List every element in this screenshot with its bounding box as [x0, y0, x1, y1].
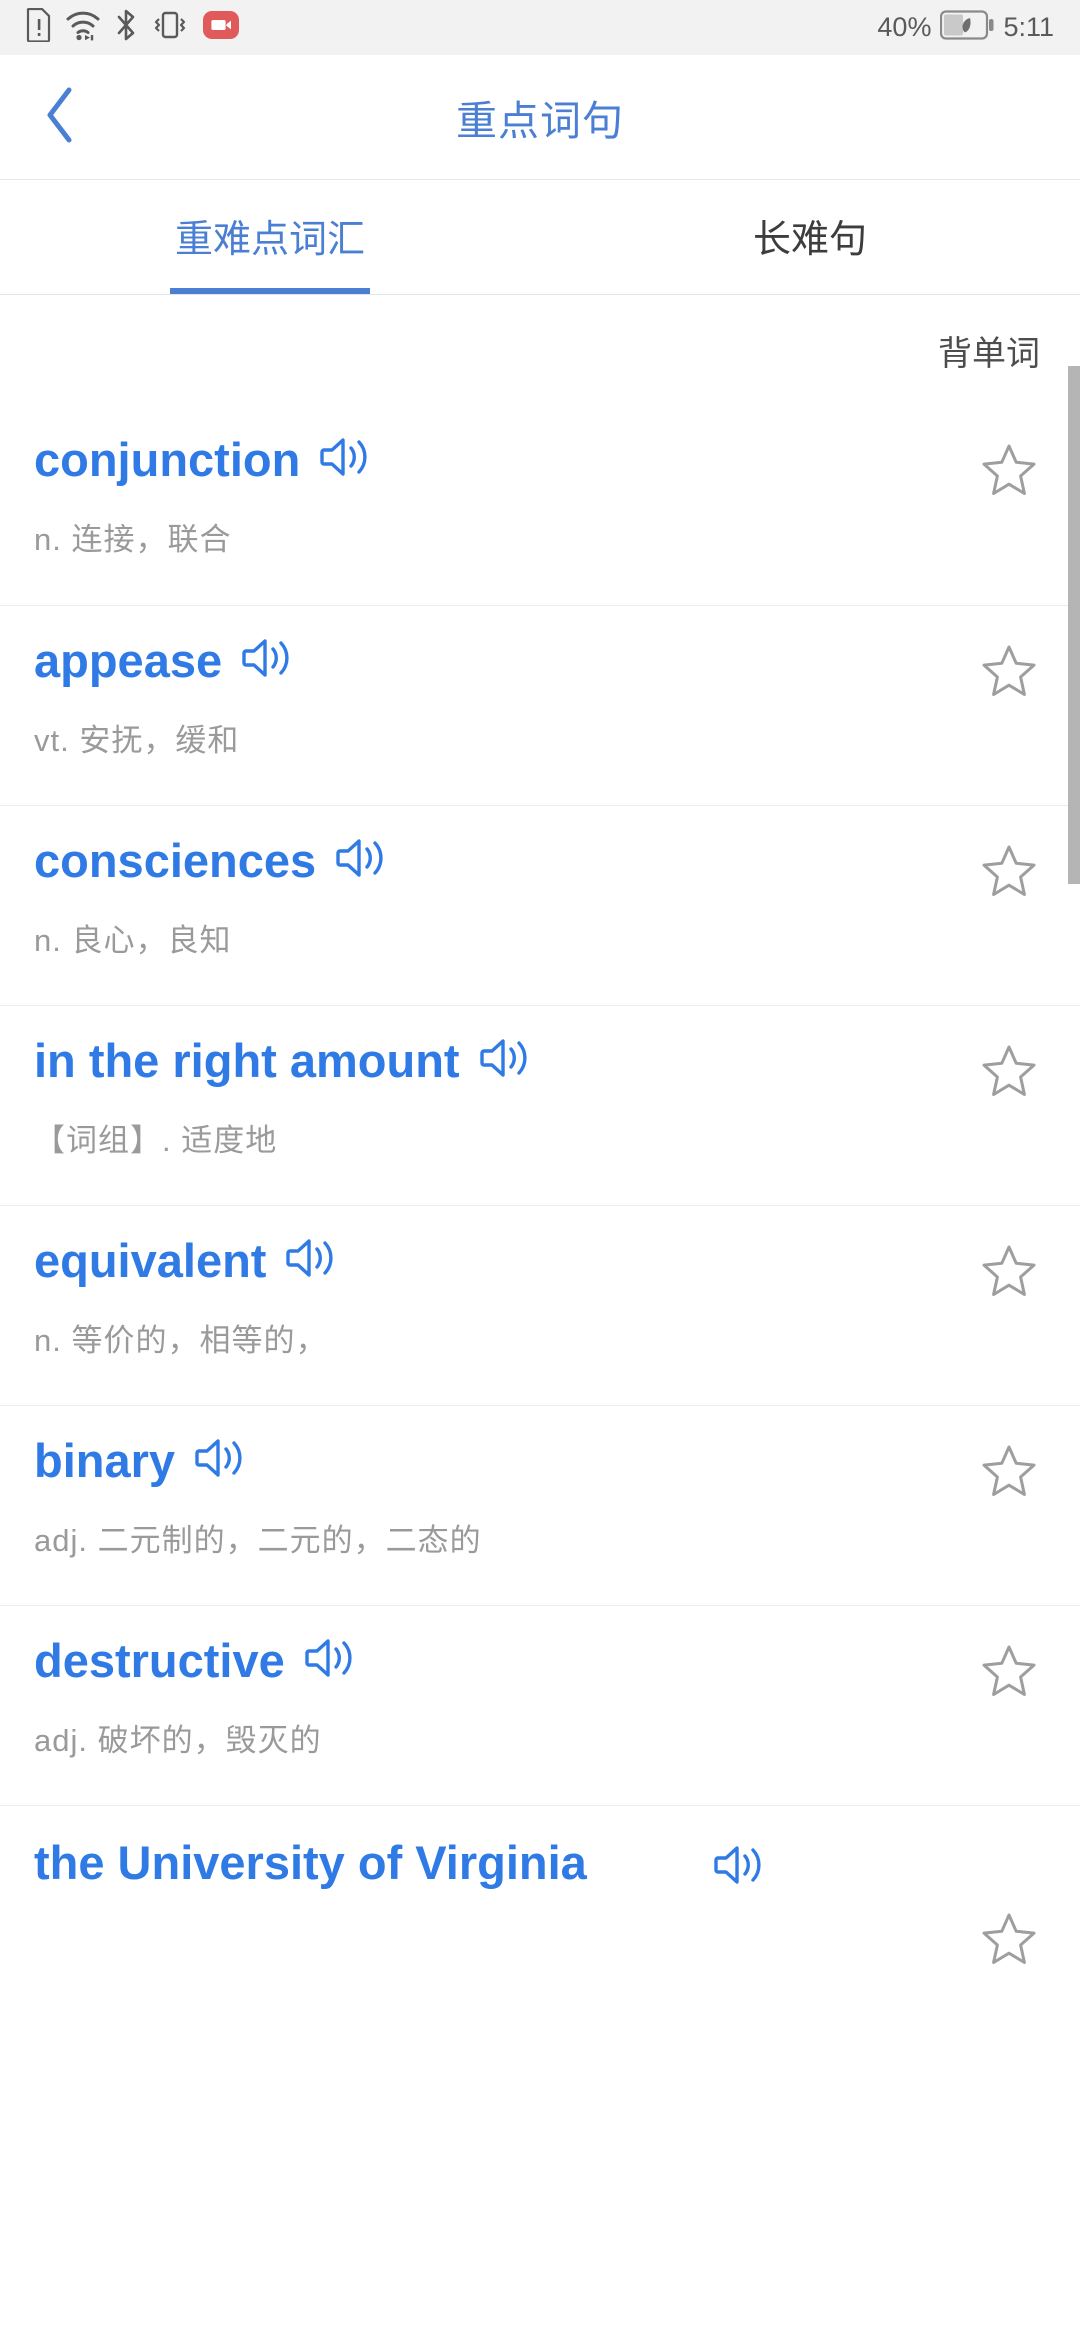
- star-outline-icon[interactable]: [980, 441, 1038, 499]
- status-bar-right: 40% 5:11: [877, 10, 1054, 45]
- star-outline-icon[interactable]: [980, 1642, 1038, 1700]
- wifi-icon: [65, 8, 101, 47]
- word-term[interactable]: equivalent: [34, 1232, 266, 1289]
- word-term[interactable]: conjunction: [34, 431, 300, 488]
- word-list-item[interactable]: the University of Virginia: [0, 1805, 1080, 2005]
- word-term[interactable]: destructive: [34, 1632, 285, 1689]
- star-outline-icon[interactable]: [980, 1910, 1038, 1968]
- word-list-item[interactable]: destructive adj. 破坏的，毁灭的: [0, 1605, 1080, 1805]
- word-definition: n. 等价的，相等的，: [34, 1323, 328, 1359]
- word-list-item[interactable]: equivalent n. 等价的，相等的，: [0, 1205, 1080, 1405]
- speaker-icon[interactable]: [712, 1842, 766, 1893]
- title-bar: 重点词句: [0, 55, 1080, 180]
- tab-vocabulary-label: 重难点词汇: [174, 218, 365, 261]
- star-outline-icon[interactable]: [980, 842, 1038, 900]
- vibrate-icon: [151, 8, 189, 47]
- word-headline: the University of Virginia: [34, 1832, 1080, 1893]
- battery-percent-label: 40%: [877, 12, 932, 42]
- word-definition: 【词组】. 适度地: [34, 1123, 278, 1159]
- clock-label: 5:11: [1003, 12, 1054, 42]
- word-headline: consciences: [34, 832, 1080, 889]
- word-headline: appease: [34, 632, 1080, 689]
- word-headline: in the right amount: [34, 1032, 1080, 1089]
- word-list-item[interactable]: consciences n. 良心，良知: [0, 805, 1080, 1005]
- word-list-item[interactable]: appease vt. 安抚，缓和: [0, 605, 1080, 805]
- star-outline-icon[interactable]: [980, 1442, 1038, 1500]
- word-list-item[interactable]: in the right amount 【词组】. 适度地: [0, 1005, 1080, 1205]
- status-bar-left-icons: [26, 7, 240, 47]
- speaker-icon[interactable]: [193, 1435, 247, 1486]
- back-chevron-icon: [43, 86, 77, 149]
- word-headline: binary: [34, 1432, 1080, 1489]
- memorize-row: 背单词: [0, 295, 1080, 405]
- memorize-words-button[interactable]: 背单词: [938, 326, 1040, 375]
- star-outline-icon[interactable]: [980, 1242, 1038, 1300]
- back-button[interactable]: [0, 55, 120, 180]
- word-term[interactable]: in the right amount: [34, 1032, 460, 1089]
- word-definition: adj. 二元制的，二元的，二态的: [34, 1523, 482, 1559]
- word-definition: vt. 安抚，缓和: [34, 723, 240, 759]
- word-list-item[interactable]: conjunction n. 连接，联合: [0, 405, 1080, 605]
- word-headline: equivalent: [34, 1232, 1080, 1289]
- status-bar: 40% 5:11: [0, 0, 1080, 55]
- sim-alert-icon: [26, 7, 52, 47]
- word-definition: n. 连接，联合: [34, 522, 232, 558]
- page-title: 重点词句: [456, 98, 624, 144]
- word-list-item[interactable]: binary adj. 二元制的，二元的，二态的: [0, 1405, 1080, 1605]
- word-headline: destructive: [34, 1632, 1080, 1689]
- word-headline: conjunction: [34, 431, 1080, 488]
- speaker-icon[interactable]: [240, 635, 294, 686]
- scrollbar-track[interactable]: [1068, 182, 1080, 2340]
- speaker-icon[interactable]: [284, 1235, 338, 1286]
- bluetooth-icon: [114, 8, 138, 47]
- word-definition: adj. 破坏的，毁灭的: [34, 1723, 322, 1759]
- tab-long-sentences-label: 长难句: [752, 218, 867, 261]
- word-term[interactable]: the University of Virginia: [34, 1834, 594, 1891]
- scrollbar-thumb[interactable]: [1068, 366, 1080, 884]
- word-list: conjunction n. 连接，联合 appease vt. 安抚，缓和 consc…: [0, 405, 1080, 2005]
- screen-record-icon: [202, 8, 240, 47]
- speaker-icon[interactable]: [478, 1035, 532, 1086]
- tab-active-indicator: [170, 288, 370, 294]
- speaker-icon[interactable]: [318, 434, 372, 485]
- word-term[interactable]: appease: [34, 632, 222, 689]
- tab-long-sentences[interactable]: 长难句: [540, 180, 1080, 294]
- star-outline-icon[interactable]: [980, 1042, 1038, 1100]
- speaker-icon[interactable]: [303, 1635, 357, 1686]
- tab-bar: 重难点词汇 长难句: [0, 180, 1080, 295]
- tab-vocabulary[interactable]: 重难点词汇: [0, 180, 540, 294]
- speaker-icon[interactable]: [334, 835, 388, 886]
- star-outline-icon[interactable]: [980, 642, 1038, 700]
- word-definition: n. 良心，良知: [34, 923, 232, 959]
- word-term[interactable]: binary: [34, 1432, 175, 1489]
- word-term[interactable]: consciences: [34, 832, 316, 889]
- battery-saver-icon: [940, 10, 994, 45]
